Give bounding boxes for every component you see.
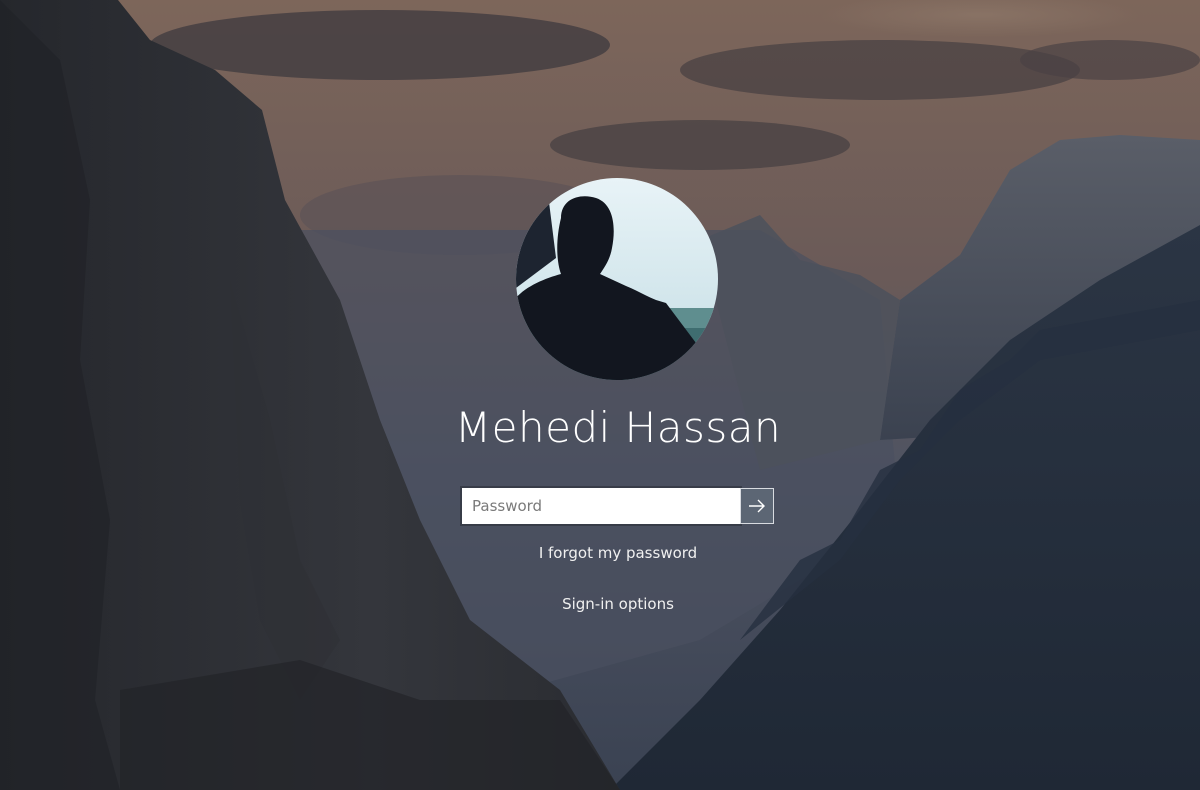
forgot-password-link[interactable]: I forgot my password bbox=[0, 544, 1200, 562]
user-name: Mehedi Hassan bbox=[454, 403, 782, 452]
lock-screen: Mehedi Hassan I forgot my password Sign-… bbox=[0, 0, 1200, 790]
password-row bbox=[460, 486, 774, 526]
sign-in-options-link[interactable]: Sign-in options bbox=[0, 595, 1200, 613]
submit-button[interactable] bbox=[740, 488, 774, 524]
background-landscape bbox=[0, 0, 1200, 790]
user-avatar bbox=[516, 178, 718, 380]
arrow-right-icon bbox=[749, 499, 765, 513]
password-field[interactable] bbox=[460, 486, 742, 526]
